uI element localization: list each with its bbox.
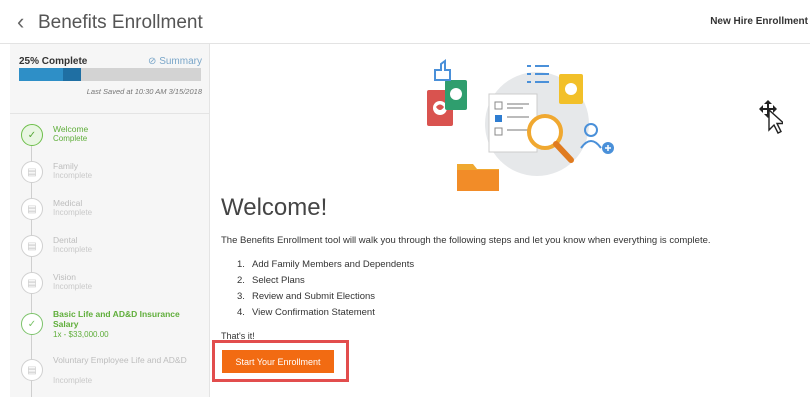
step-status: 1x - $33,000.00: [53, 330, 109, 339]
move-cursor-icon: [759, 100, 783, 134]
step-status: Incomplete: [53, 208, 93, 217]
chevron-left-icon[interactable]: ‹: [17, 11, 24, 33]
step-item-basic-life[interactable]: ✓ Basic Life and AD&D Insurance Salary 1…: [10, 305, 210, 349]
step-item-vision[interactable]: ▤ Vision Incomplete: [10, 268, 210, 302]
step-status: Incomplete: [53, 282, 93, 291]
main-content: Welcome! The Benefits Enrollment tool wi…: [211, 44, 810, 397]
start-enrollment-button[interactable]: Start Your Enrollment: [222, 350, 334, 373]
summary-link-label: Summary: [159, 56, 202, 67]
welcome-heading: Welcome!: [221, 194, 328, 221]
step-name: Voluntary Employee Life and AD&D: [53, 355, 187, 365]
check-circle-icon: ✓: [21, 313, 43, 335]
step-name: Dental: [53, 235, 78, 245]
progress-bar: [19, 68, 201, 81]
link-icon: ⊘: [148, 56, 160, 67]
step-status: Incomplete: [53, 171, 93, 180]
page-title: Benefits Enrollment: [38, 12, 203, 33]
step-item-family[interactable]: ▤ Family Incomplete: [10, 157, 210, 191]
list-item: 4. View Confirmation Statement: [237, 307, 375, 318]
summary-link[interactable]: ⊘ Summary: [148, 56, 202, 67]
list-item: 3. Review and Submit Elections: [237, 291, 376, 302]
document-icon: ▤: [21, 272, 43, 294]
check-document-icon: ✓: [21, 124, 43, 146]
step-status: Incomplete: [53, 245, 93, 254]
document-icon: ▤: [21, 198, 43, 220]
benefits-illustration: [427, 59, 614, 191]
last-saved-text: Last Saved at 10:30 AM 3/15/2018: [86, 87, 202, 96]
step-item-dental[interactable]: ▤ Dental Incomplete: [10, 231, 210, 265]
document-icon: ▤: [21, 359, 43, 381]
step-status: Incomplete: [53, 376, 93, 385]
enrollment-type-label: New Hire Enrollment: [710, 16, 808, 27]
step-name: Family: [53, 161, 79, 171]
header-bar: ‹ Benefits Enrollment New Hire Enrollmen…: [0, 0, 810, 44]
step-name: Vision: [53, 272, 76, 282]
step-item-voluntary-life[interactable]: ▤ Voluntary Employee Life and AD&D Incom…: [10, 351, 210, 395]
step-item-medical[interactable]: ▤ Medical Incomplete: [10, 194, 210, 228]
progress-percent-label: 25% Complete: [19, 56, 88, 67]
sidebar: 25% Complete ⊘ Summary Last Saved at 10:…: [10, 44, 210, 397]
intro-text: The Benefits Enrollment tool will walk y…: [221, 235, 711, 246]
progress-bar-fill: [19, 68, 81, 81]
step-name: Welcome: [53, 124, 89, 134]
document-icon: ▤: [21, 235, 43, 257]
progress-panel: 25% Complete ⊘ Summary Last Saved at 10:…: [10, 44, 210, 114]
step-name: Medical: [53, 198, 83, 208]
enrollment-steps-list: 1. Add Family Members and Dependents 2. Se…: [237, 257, 414, 321]
list-item: 1. Add Family Members and Dependents: [237, 259, 415, 270]
document-icon: ▤: [21, 161, 43, 183]
step-item-welcome[interactable]: ✓ Welcome Complete: [10, 120, 210, 154]
step-name: Basic Life and AD&D Insurance Salary: [53, 309, 180, 329]
step-status: Complete: [53, 134, 88, 143]
list-item: 2. Select Plans: [237, 275, 305, 286]
